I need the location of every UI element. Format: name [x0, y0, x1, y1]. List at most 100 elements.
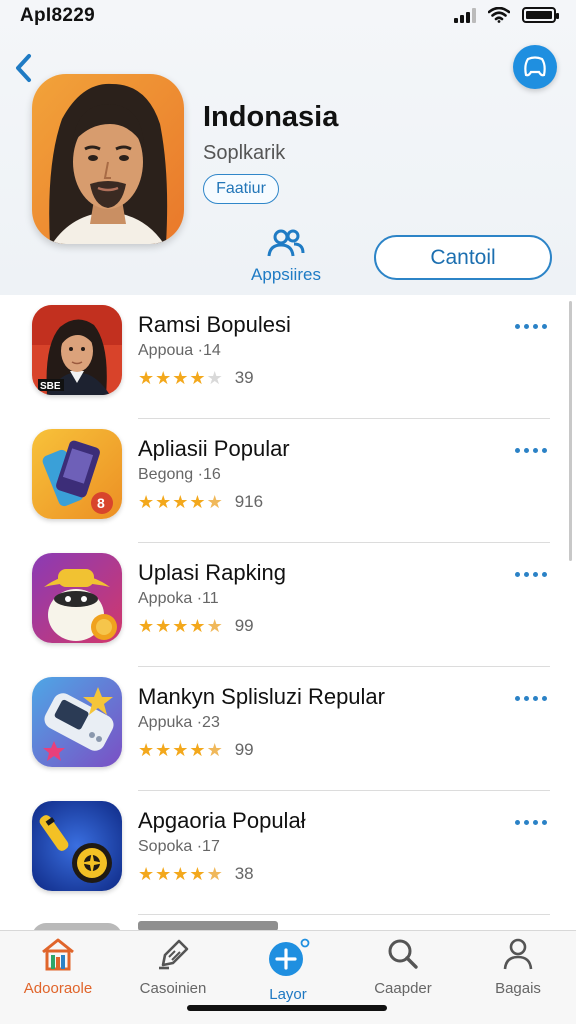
tab-home[interactable]: Adooraole: [3, 937, 113, 997]
star-icon: ★: [206, 368, 223, 388]
more-options-button[interactable]: [512, 691, 550, 705]
profile-avatar: [32, 74, 184, 244]
chevron-left-icon: [16, 54, 31, 82]
app-title: Mankyn Splisluzi Repular: [138, 684, 385, 709]
app-category: Sopoka ·17: [138, 838, 220, 855]
star-rating: ★ ★ ★ ★ ★: [138, 741, 223, 759]
star-icon: ★: [172, 864, 189, 884]
star-icon: ★: [206, 616, 223, 636]
tab-search[interactable]: Caapder: [348, 937, 458, 997]
tab-label: Layor: [269, 986, 307, 1003]
cancel-button[interactable]: Cantoil: [374, 235, 552, 280]
more-options-button[interactable]: [512, 443, 550, 457]
portrait-image: [32, 74, 184, 244]
people-icon: [267, 229, 305, 257]
star-icon: ★: [172, 492, 189, 512]
battery-icon: [522, 7, 559, 23]
list-item[interactable]: Uplasi Rapking Appoka ·11 ★ ★ ★ ★ ★ 99: [0, 543, 576, 667]
star-icon: ★: [189, 492, 206, 512]
rating-count: 38: [234, 864, 254, 883]
rating-count: 99: [234, 616, 254, 635]
profile-icon: [503, 938, 533, 970]
app-category: Appoka ·11: [138, 590, 219, 607]
star-rating: ★ ★ ★ ★ ★: [138, 617, 223, 635]
star-icon: ★: [138, 368, 155, 388]
portrait-icon: SBE: [32, 305, 122, 395]
apps-link[interactable]: Appsiires: [240, 228, 332, 284]
star-icon: ★: [189, 616, 206, 636]
profile-subtitle: Soplkarik: [203, 142, 286, 164]
more-options-button[interactable]: [512, 319, 550, 333]
star-icon: ★: [155, 740, 172, 760]
gamepad-button[interactable]: [513, 45, 557, 89]
app-category: Begong ·16: [138, 466, 221, 483]
tab-profile[interactable]: Bagais: [463, 937, 573, 997]
status-icons: [454, 7, 559, 23]
wifi-icon: [488, 7, 510, 23]
status-time: ApI8229: [20, 5, 95, 26]
list-item[interactable]: 8 Apliasii Popular Begong ·16 ★ ★ ★ ★ ★ 916: [0, 419, 576, 543]
rating-count: 916: [234, 492, 264, 511]
star-rating: ★ ★ ★ ★ ★: [138, 493, 223, 511]
apps-link-label: Appsiires: [251, 265, 321, 284]
search-icon: [388, 939, 418, 969]
device-icon: [32, 677, 122, 767]
star-icon: ★: [189, 864, 206, 884]
app-title-partial: [138, 921, 278, 930]
star-icon: ★: [172, 740, 189, 760]
star-rating: ★ ★ ★ ★ ★: [138, 369, 223, 387]
tab-categories[interactable]: Casoinien: [118, 937, 228, 997]
star-rating: ★ ★ ★ ★ ★: [138, 865, 223, 883]
tab-label: Adooraole: [23, 980, 93, 997]
star-icon: ★: [138, 616, 155, 636]
star-icon: ★: [189, 368, 206, 388]
home-icon: [42, 938, 74, 971]
tab-create[interactable]: Layor: [233, 937, 343, 1003]
star-icon: ★: [206, 492, 223, 512]
star-icon: ★: [138, 492, 155, 512]
star-icon: ★: [155, 864, 172, 884]
rating-count: 99: [234, 740, 254, 759]
star-icon: ★: [172, 616, 189, 636]
star-icon: ★: [155, 492, 172, 512]
back-button[interactable]: [8, 48, 40, 88]
list-item-partial[interactable]: [0, 915, 576, 930]
star-icon: ★: [172, 368, 189, 388]
star-icon: ★: [138, 864, 155, 884]
star-icon: ★: [189, 740, 206, 760]
plus-icon: [269, 938, 310, 976]
app-rating: ★ ★ ★ ★ ★ 916: [138, 492, 263, 512]
star-icon: ★: [206, 740, 223, 760]
star-icon: ★: [155, 368, 172, 388]
profile-name: Indonasia: [203, 101, 339, 133]
tab-label: Bagais: [495, 980, 541, 997]
feature-chip[interactable]: Faatiur: [203, 174, 279, 204]
guitar-icon: [32, 801, 122, 891]
app-rating: ★ ★ ★ ★ ★ 99: [138, 740, 254, 760]
home-indicator: [187, 1005, 387, 1011]
tab-label: Caapder: [374, 980, 432, 997]
tab-label: Casoinien: [139, 980, 207, 997]
categories-icon: [159, 939, 189, 970]
star-icon: ★: [138, 740, 155, 760]
app-rating: ★ ★ ★ ★ ★ 39: [138, 368, 254, 388]
more-options-button[interactable]: [512, 815, 550, 829]
star-icon: ★: [155, 616, 172, 636]
list-item[interactable]: Mankyn Splisluzi Repular Appuka ·23 ★ ★ ★ ★…: [0, 667, 576, 791]
app-title: Apliasii Popular: [138, 436, 290, 461]
status-bar: ApI8229: [0, 0, 576, 34]
app-title: Uplasi Rapking: [138, 560, 286, 585]
app-rating: ★ ★ ★ ★ ★ 38: [138, 864, 254, 884]
signal-icon: [454, 7, 476, 23]
gamepad-icon: [524, 56, 546, 77]
more-options-button[interactable]: [512, 567, 550, 581]
phone-icon: 8: [32, 429, 122, 519]
app-title: Apgaoria Populał: [138, 808, 306, 833]
app-category: Appuka ·23: [138, 714, 220, 731]
app-category: Appoua ·14: [138, 342, 221, 359]
svg-text:8: 8: [97, 495, 105, 511]
app-list[interactable]: SBE Ramsi Bopulesi Appoua ·14 ★ ★ ★ ★ ★ 39 8: [0, 295, 576, 930]
app-icon-partial: [32, 923, 122, 930]
list-item[interactable]: Apgaoria Populał Sopoka ·17 ★ ★ ★ ★ ★ 38: [0, 791, 576, 915]
list-item[interactable]: SBE Ramsi Bopulesi Appoua ·14 ★ ★ ★ ★ ★ 39: [0, 295, 576, 419]
